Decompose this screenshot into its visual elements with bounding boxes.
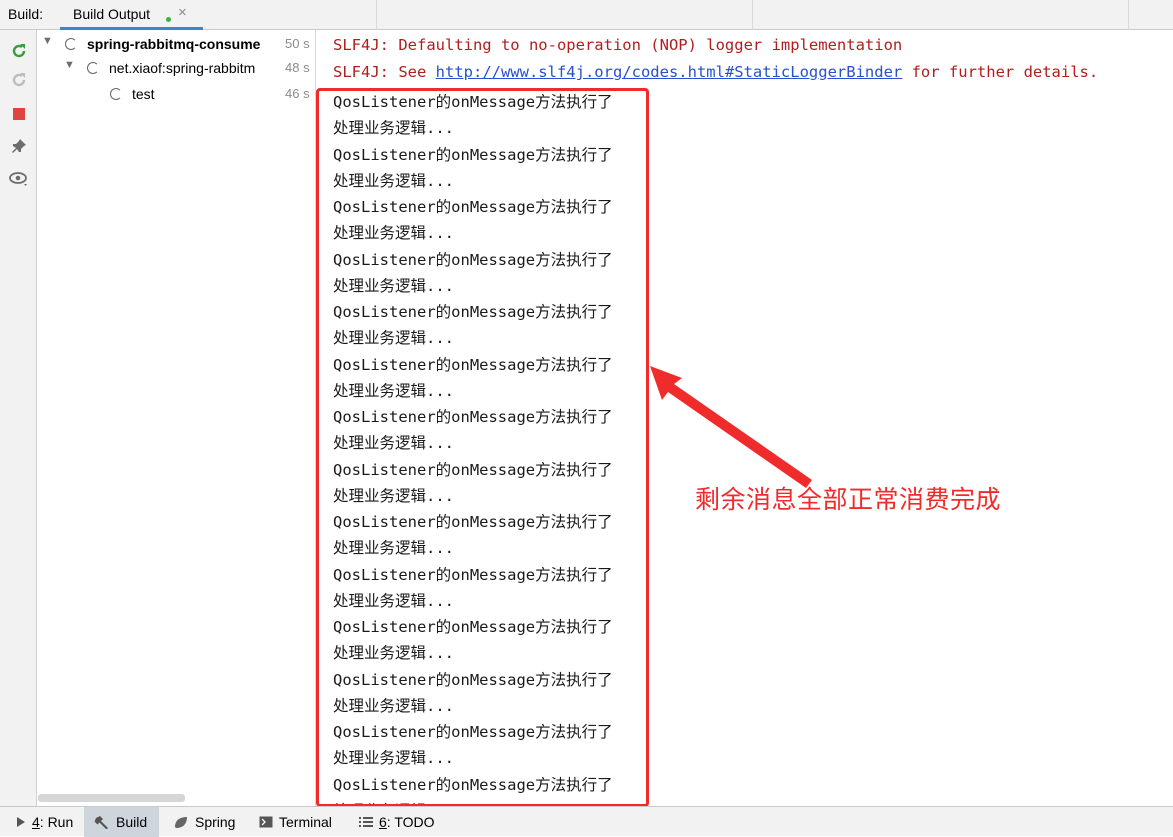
stop-icon[interactable] bbox=[8, 103, 30, 125]
build-label: Build: bbox=[8, 6, 44, 22]
terminal-tab-label: Terminal bbox=[279, 814, 332, 830]
tree-node-label: test bbox=[132, 86, 155, 102]
build-tool-window-header: Build: Build Output × bbox=[0, 0, 1173, 30]
spring-tab[interactable]: Spring bbox=[163, 807, 245, 837]
rerun-icon[interactable] bbox=[8, 40, 30, 62]
pin-icon[interactable] bbox=[8, 135, 30, 157]
run-tab-label: : Run bbox=[39, 814, 74, 830]
console-text: for further details. bbox=[902, 63, 1099, 81]
run-tab[interactable]: 4: Run bbox=[6, 807, 83, 837]
todo-tab-mnemonic: 6 bbox=[379, 814, 387, 830]
tool-window-bar: 4: Run Build Spring Terminal 6: TODO bbox=[0, 806, 1173, 837]
run-tab-mnemonic: 4 bbox=[32, 814, 40, 830]
annotation-arrow-icon bbox=[650, 366, 812, 488]
play-icon bbox=[16, 816, 26, 828]
annotation-text: 剩余消息全部正常消费完成 bbox=[695, 485, 1002, 514]
spring-tab-label: Spring bbox=[195, 814, 236, 830]
loading-spinner-icon bbox=[87, 62, 99, 74]
tree-node-time: 48 s bbox=[285, 60, 310, 75]
loading-spinner-icon bbox=[110, 88, 122, 100]
build-toolbar bbox=[0, 30, 37, 806]
close-tab-icon[interactable]: × bbox=[178, 4, 187, 21]
spring-leaf-icon bbox=[173, 815, 189, 829]
expand-arrow-icon[interactable]: ▼ bbox=[42, 35, 53, 47]
terminal-icon bbox=[259, 816, 273, 828]
build-tab[interactable]: Build bbox=[84, 807, 159, 837]
terminal-tab[interactable]: Terminal bbox=[249, 807, 342, 837]
running-indicator-icon bbox=[166, 17, 171, 22]
tab-build-output[interactable]: Build Output × bbox=[60, 0, 203, 30]
console-line-slf4j-defaulting: SLF4J: Defaulting to no-operation (NOP) … bbox=[333, 36, 903, 54]
todo-tab[interactable]: 6: TODO bbox=[349, 807, 445, 837]
tree-node-root[interactable]: ▼ spring-rabbitmq-consume 50 s bbox=[38, 34, 316, 56]
slf4j-link[interactable]: http://www.slf4j.org/codes.html#StaticLo… bbox=[436, 63, 903, 81]
tree-node-label: spring-rabbitmq-consume bbox=[87, 36, 261, 52]
tree-node-time: 46 s bbox=[285, 86, 310, 101]
highlight-box bbox=[316, 88, 649, 807]
header-divider bbox=[1128, 0, 1129, 30]
header-divider bbox=[376, 0, 377, 30]
build-tab-label: Build bbox=[116, 814, 148, 830]
loading-spinner-icon bbox=[65, 38, 77, 50]
list-icon bbox=[359, 816, 373, 828]
rerun-failed-icon bbox=[8, 69, 30, 91]
tab-build-output-label: Build Output bbox=[73, 6, 151, 22]
hammer-icon bbox=[94, 815, 110, 829]
tree-node-time: 50 s bbox=[285, 36, 310, 51]
eye-icon[interactable] bbox=[8, 168, 30, 190]
tree-node-label: net.xiaof:spring-rabbitm bbox=[109, 60, 256, 76]
build-tree: ▼ spring-rabbitmq-consume 50 s ▼ net.xia… bbox=[38, 30, 316, 806]
header-divider bbox=[752, 0, 753, 30]
tree-node-test[interactable]: test 46 s bbox=[38, 84, 316, 106]
tree-node-module[interactable]: ▼ net.xiaof:spring-rabbitm 48 s bbox=[38, 58, 316, 80]
console-text: SLF4J: See bbox=[333, 63, 436, 81]
horizontal-scrollbar[interactable] bbox=[38, 794, 185, 802]
expand-arrow-icon[interactable]: ▼ bbox=[64, 59, 75, 71]
todo-tab-label: : TODO bbox=[386, 814, 435, 830]
console-line-slf4j-see: SLF4J: See http://www.slf4j.org/codes.ht… bbox=[333, 63, 1098, 81]
